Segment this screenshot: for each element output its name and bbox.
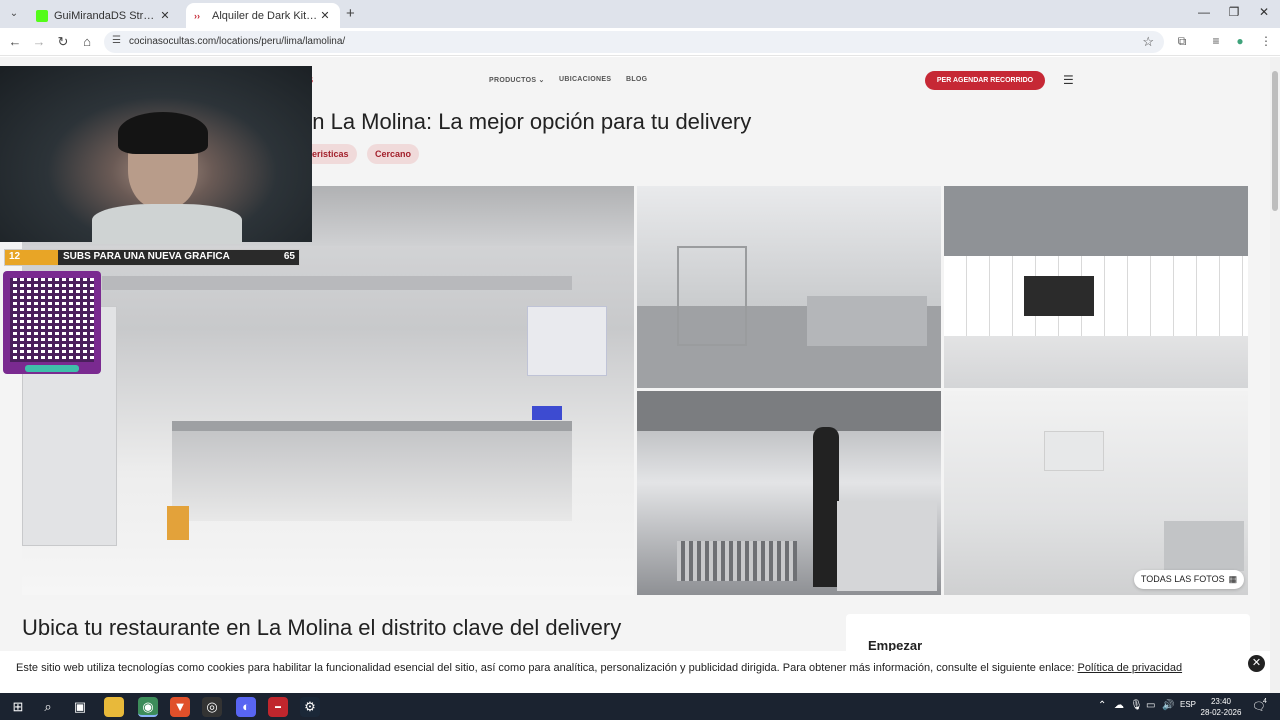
kitchen-photo-4[interactable]: [944, 391, 1248, 595]
tab-title: GuiMirandaDS Stream - Watch: [54, 9, 158, 22]
schedule-tour-button[interactable]: PER AGENDAR RECORRIDO: [925, 71, 1045, 90]
app-red-icon[interactable]: ▬: [268, 697, 288, 717]
search-icon[interactable]: ⌕: [38, 697, 58, 717]
chip-cercano[interactable]: Cercano: [367, 144, 420, 164]
site-favicon-icon: ››: [194, 10, 200, 21]
tab-stream[interactable]: GuiMirandaDS Stream - Watch ✕: [28, 3, 180, 28]
notification-count: 4: [1263, 698, 1267, 705]
tray-chevron-icon[interactable]: ⌃: [1098, 700, 1106, 711]
yape-tag: [25, 365, 79, 372]
cookie-text: Este sitio web utiliza tecnologías como …: [16, 662, 1182, 674]
goal-target: 65: [283, 251, 295, 262]
close-window-icon[interactable]: ✕: [1254, 5, 1274, 19]
site-info-icon[interactable]: ☰: [112, 35, 121, 46]
page-title: en La Molina: La mejor opción para tu de…: [300, 109, 752, 134]
tab-search-icon[interactable]: ⌄: [6, 6, 22, 22]
menu-dots-icon[interactable]: ⋮: [1258, 34, 1274, 48]
steam-icon[interactable]: ⚙: [300, 697, 320, 717]
kitchen-photo-2[interactable]: [944, 186, 1248, 388]
tab-strip: ⌄ GuiMirandaDS Stream - Watch ✕ ›› Alqui…: [0, 0, 1280, 28]
tab-title: Alquiler de Dark Kitchen en La M: [212, 9, 318, 22]
network-icon[interactable]: ☁: [1114, 700, 1124, 711]
hamburger-menu-icon[interactable]: ☰: [1063, 73, 1074, 87]
forward-icon[interactable]: →: [30, 33, 48, 51]
windows-taskbar: ⊞ ⌕ ▣ ◉ ▼ ◎ ◐ ▬ ⚙ ⌃ ☁ 🎙 ▭ 🔊 ESP 23:40 28…: [0, 693, 1280, 720]
minimize-icon[interactable]: —: [1194, 5, 1214, 19]
bookmark-star-icon[interactable]: ☆: [1142, 34, 1154, 50]
display-icon[interactable]: ▭: [1146, 700, 1155, 711]
extensions-icon[interactable]: ⧉: [1174, 34, 1190, 49]
obs-icon[interactable]: ◎: [202, 697, 222, 717]
section-heading: Ubica tu restaurante en La Molina el dis…: [22, 615, 622, 640]
close-tab-icon[interactable]: ✕: [158, 9, 172, 22]
home-icon[interactable]: ⌂: [78, 33, 96, 51]
kitchen-photo-main[interactable]: [22, 186, 634, 595]
clock[interactable]: 23:40 28-02-2026: [1200, 696, 1242, 718]
goal-label: SUBS PARA UNA NUEVA GRAFICA: [63, 251, 230, 262]
chrome-icon[interactable]: ◉: [138, 697, 158, 717]
all-photos-button[interactable]: TODAS LAS FOTOS ▦: [1134, 570, 1244, 589]
reading-list-icon[interactable]: ≡: [1208, 34, 1224, 48]
close-tab-icon[interactable]: ✕: [318, 9, 332, 22]
privacy-policy-link[interactable]: Política de privacidad: [1078, 662, 1183, 674]
page-scrollbar[interactable]: [1270, 57, 1280, 693]
webcam-overlay: [0, 66, 312, 244]
streamer-shirt: [92, 204, 242, 244]
nav-blog[interactable]: BLOG: [626, 76, 647, 83]
all-photos-label: TODAS LAS FOTOS: [1140, 574, 1225, 584]
qr-code-icon: [10, 278, 94, 362]
discord-icon[interactable]: ◐: [236, 697, 256, 717]
cookie-banner: Este sitio web utiliza tecnologías como …: [0, 651, 1270, 693]
profile-icon[interactable]: ●: [1232, 34, 1248, 48]
volume-icon[interactable]: 🔊: [1162, 700, 1174, 711]
clock-time: 23:40: [1210, 697, 1232, 706]
reload-icon[interactable]: ↻: [54, 33, 72, 51]
scrollbar-thumb[interactable]: [1272, 71, 1278, 211]
cookie-message: Este sitio web utiliza tecnologías como …: [16, 662, 1075, 674]
windows-start-icon[interactable]: ⊞: [8, 697, 28, 717]
file-explorer-icon[interactable]: [104, 697, 124, 717]
language-indicator[interactable]: ESP: [1180, 700, 1196, 709]
grid-icon: ▦: [1228, 574, 1238, 584]
address-bar[interactable]: ☰ cocinasocultas.com/locations/peru/lima…: [104, 31, 1164, 53]
task-view-icon[interactable]: ▣: [70, 697, 90, 717]
tab-cocinas-ocultas[interactable]: ›› Alquiler de Dark Kitchen en La M ✕: [186, 3, 340, 28]
clock-date: 28-02-2026: [1200, 708, 1242, 717]
restore-icon[interactable]: ❐: [1224, 5, 1244, 19]
browser-toolbar: ← → ↻ ⌂ ☰ cocinasocultas.com/locations/p…: [0, 28, 1280, 56]
nav-productos[interactable]: PRODUCTOS ⌄: [489, 76, 545, 84]
yape-qr-code: [3, 271, 101, 374]
sub-goal-bar: 12 SUBS PARA UNA NUEVA GRAFICA 65: [4, 249, 300, 266]
close-cookie-banner-button[interactable]: ✕: [1248, 655, 1265, 672]
kitchen-photo-1[interactable]: [637, 186, 941, 388]
kick-favicon-icon: [36, 9, 48, 22]
brave-icon[interactable]: ▼: [170, 697, 190, 717]
url-text[interactable]: cocinasocultas.com/locations/peru/lima/l…: [129, 36, 345, 47]
microphone-icon[interactable]: 🎙: [1130, 700, 1143, 711]
kitchen-photo-3[interactable]: [637, 391, 941, 595]
nav-ubicaciones[interactable]: UBICACIONES: [559, 76, 611, 83]
goal-current: 12: [9, 251, 21, 262]
streamer-hair: [118, 112, 208, 154]
back-icon[interactable]: ←: [6, 33, 24, 51]
new-tab-button[interactable]: +: [346, 5, 355, 22]
